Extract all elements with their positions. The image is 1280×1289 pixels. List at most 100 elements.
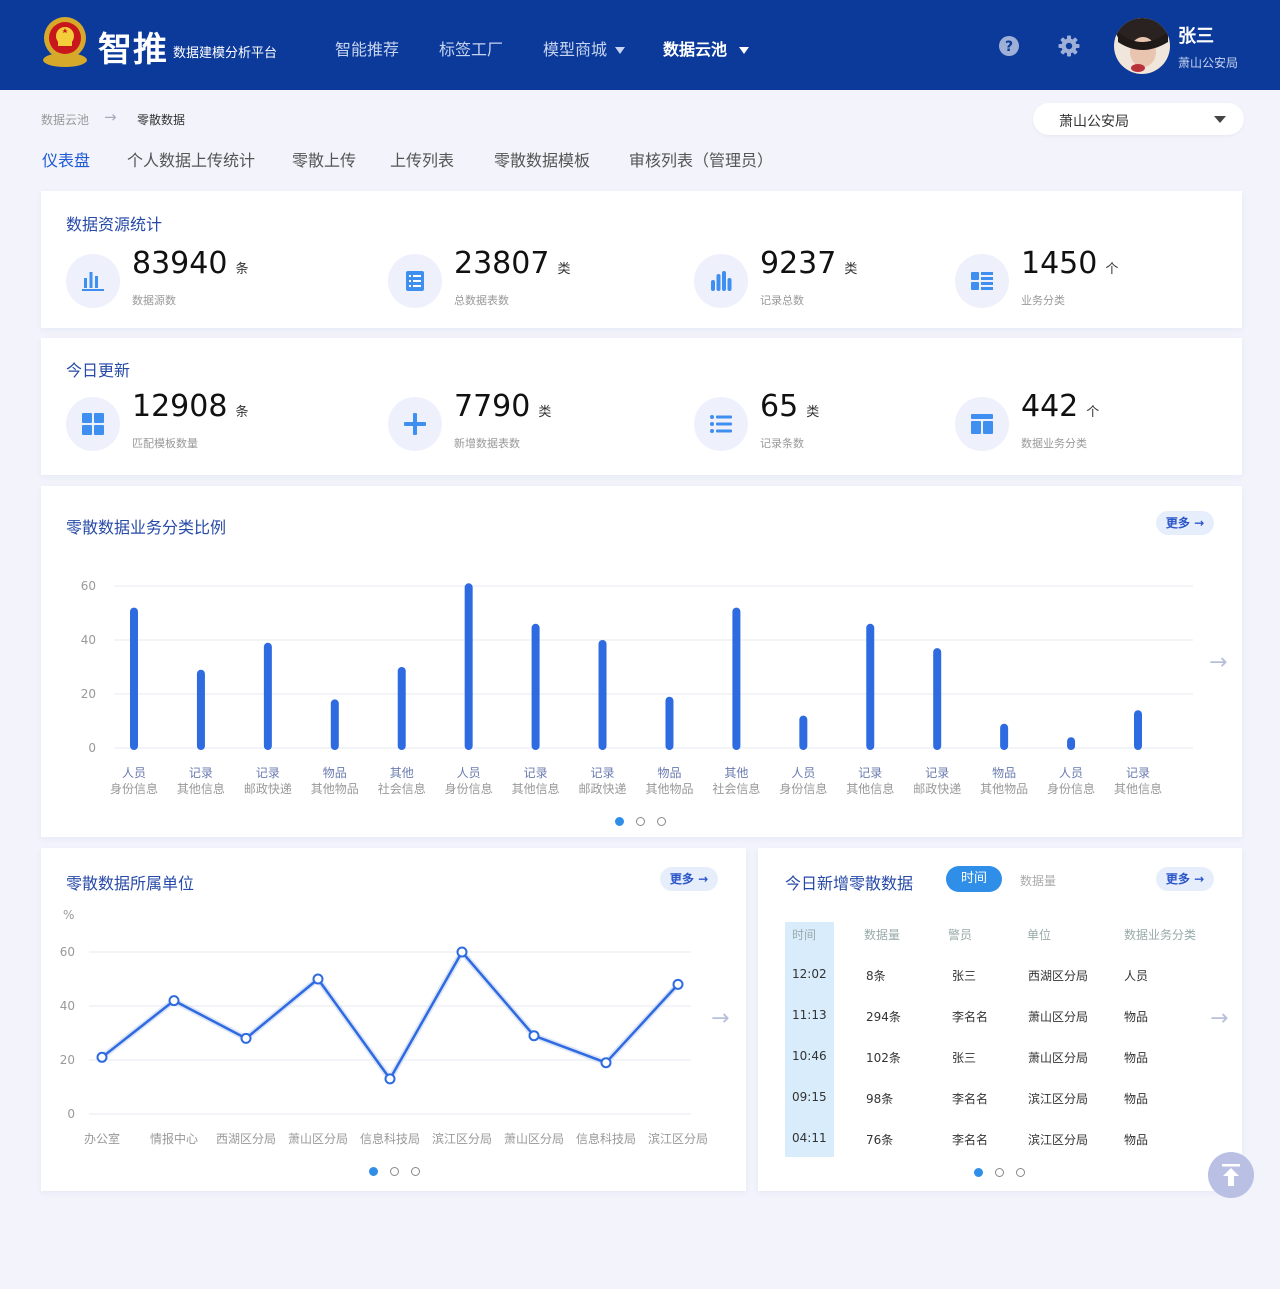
pagination-dot[interactable] (995, 1168, 1004, 1177)
pagination-dot[interactable] (369, 1167, 378, 1176)
tab-review-list[interactable]: 审核列表（管理员） (629, 147, 773, 171)
data-point (240, 1032, 252, 1044)
stat-unit: 类 (538, 405, 552, 420)
chevron-down-icon (739, 47, 750, 54)
x-tick-label-bottom: 邮政快递 (579, 782, 627, 796)
stat-value: 83940 (132, 246, 228, 281)
user-name[interactable]: 张三 (1178, 22, 1214, 48)
arrow-right-icon: → (104, 108, 117, 126)
stat-value: 12908 (132, 389, 228, 424)
bar-chart: 0204060人员身份信息记录其他信息记录邮政快递物品其他物品其他社会信息人员身… (81, 579, 1193, 796)
cell-time: 04:11 (792, 1131, 827, 1145)
y-tick-label: 60 (81, 579, 96, 593)
y-tick-label: 0 (67, 1107, 75, 1121)
x-tick-label-bottom: 邮政快递 (913, 782, 961, 796)
gear-icon[interactable] (1058, 35, 1080, 57)
x-tick-label-top: 人员 (457, 766, 481, 780)
user-org: 萧山公安局 (1178, 56, 1239, 70)
x-tick-label-bottom: 其他信息 (846, 781, 894, 796)
cell-volume: 98条 (866, 1092, 894, 1106)
stat-value: 65 (760, 389, 799, 424)
document-list-icon (388, 254, 442, 308)
pagination-dot[interactable] (390, 1167, 399, 1176)
more-button[interactable]: 更多 → (1156, 867, 1214, 891)
nav-item-smart-recommend[interactable]: 智能推荐 (335, 36, 399, 60)
app-subtitle: 数据建模分析平台 (173, 46, 278, 61)
today-update-card: 今日更新 12908 条 匹配模板数量 7790 类 新增数据表数 65 类 记录条数… (41, 338, 1242, 475)
stat-unit: 条 (235, 405, 249, 420)
cell-unit: 西湖区分局 (1028, 969, 1089, 983)
cell-time: 11:13 (792, 1008, 827, 1022)
y-tick-label: 60 (60, 945, 75, 959)
toggle-volume[interactable]: 数据量 (1020, 872, 1056, 889)
line-chart-card: 零散数据所属单位 更多 → % 0 20 40 60 办公室 情报中心 西湖区分局 萧山区分局信… (41, 848, 746, 1191)
stat-value: 9237 (760, 246, 837, 281)
today-update-title: 今日更新 (66, 361, 131, 380)
arrow-right-icon[interactable]: → (1209, 650, 1227, 675)
x-tick-label-bottom: 其他信息 (177, 781, 225, 796)
stat-value: 1450 (1021, 246, 1098, 281)
toggle-time[interactable]: 时间 (946, 866, 1002, 892)
back-to-top-button[interactable] (1208, 1152, 1254, 1198)
nav-label: 智能推荐 (335, 40, 400, 59)
stat-label: 匹配模板数量 (132, 437, 198, 450)
stat-unit: 条 (235, 262, 249, 277)
nav-item-tag-factory[interactable]: 标签工厂 (439, 36, 503, 60)
stat-label: 记录条数 (760, 437, 804, 450)
column-header-time: 时间 (792, 928, 817, 942)
x-tick-label-top: 其他 (390, 766, 414, 780)
cell-unit: 滨江区分局 (1028, 1092, 1089, 1106)
pagination-dot[interactable] (615, 817, 624, 826)
tab-scattered-upload[interactable]: 零散上传 (292, 147, 356, 171)
pagination-dot[interactable] (1016, 1168, 1025, 1177)
pagination-dot[interactable] (657, 817, 666, 826)
bar (330, 699, 339, 750)
resource-stats-card: 数据资源统计 83940 条 数据源数 23807 类 总数据表数 9237 类 记录… (41, 191, 1242, 328)
tab-scattered-template[interactable]: 零散数据模板 (494, 147, 590, 171)
breadcrumb-parent[interactable]: 数据云池 (41, 111, 89, 128)
nav-label: 模型商城 (543, 40, 608, 59)
x-tick-label-top: 记录 (925, 766, 949, 780)
bar (1067, 737, 1076, 750)
column-header-volume: 数据量 (864, 928, 901, 942)
arrow-right-icon[interactable]: → (1210, 1006, 1228, 1031)
pagination-dot[interactable] (411, 1167, 420, 1176)
pagination-dot[interactable] (974, 1168, 983, 1177)
today-new-data-title: 今日新增零散数据 (785, 874, 914, 893)
stat-value: 23807 (454, 246, 550, 281)
bar (598, 640, 607, 750)
y-tick-label: 40 (60, 999, 75, 1013)
x-tick-label-bottom: 社会信息 (712, 781, 760, 796)
resource-stats-title: 数据资源统计 (66, 215, 163, 234)
column-header-unit: 单位 (1027, 928, 1052, 942)
nav-item-model-mall[interactable]: 模型商城 (543, 36, 626, 60)
x-tick-label: 信息科技局 (576, 1131, 636, 1146)
stat-label: 新增数据表数 (454, 437, 520, 450)
nav-label: 标签工厂 (439, 40, 504, 59)
tab-dashboard[interactable]: 仪表盘 (42, 147, 90, 171)
user-avatar[interactable] (1114, 18, 1170, 74)
stat-unit: 个 (1086, 405, 1100, 420)
x-tick-label-top: 其他 (724, 766, 748, 780)
bar (732, 607, 741, 750)
org-select[interactable]: 萧山公安局 (1033, 103, 1244, 135)
x-tick-label-top: 记录 (591, 766, 615, 780)
nav-item-data-cloud[interactable]: 数据云池 (663, 36, 750, 60)
x-tick-label: 萧山区分局 (504, 1132, 564, 1146)
bar (196, 669, 205, 750)
cell-volume: 294条 (866, 1010, 901, 1024)
data-point (312, 973, 324, 985)
cell-volume: 8条 (866, 969, 886, 983)
arrow-right-icon[interactable]: → (711, 1006, 729, 1031)
cell-officer: 张三 (952, 1051, 977, 1065)
tab-personal-upload-stats[interactable]: 个人数据上传统计 (127, 147, 255, 171)
pagination-dot[interactable] (636, 817, 645, 826)
x-tick-label: 萧山区分局 (288, 1132, 348, 1146)
x-tick-label-top: 人员 (122, 766, 146, 780)
tab-upload-list[interactable]: 上传列表 (390, 147, 454, 171)
bar (1000, 723, 1009, 750)
stat-value: 442 (1021, 389, 1079, 424)
y-tick-label: 20 (81, 687, 96, 701)
help-icon[interactable]: ? (998, 35, 1020, 57)
cell-officer: 李名名 (952, 1133, 989, 1147)
